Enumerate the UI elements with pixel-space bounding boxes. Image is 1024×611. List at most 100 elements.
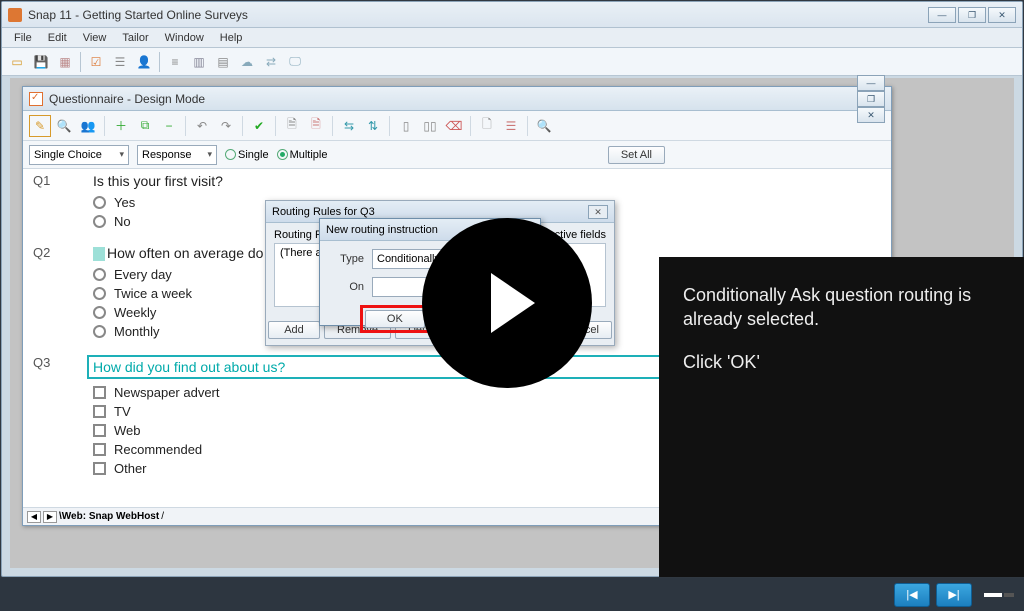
on-label: On — [330, 281, 364, 293]
separator-icon — [185, 116, 186, 136]
questionnaire-toolbar: ✎ 🔍 👥 ＋ ⧉ − ↶ ↷ ✔ 🗎 🗎 ⇆ ⇅ ▯ ▯▯ — [23, 111, 891, 141]
ok-highlight: OK — [360, 305, 430, 333]
check-icon[interactable]: ☑ — [85, 51, 107, 73]
next-step-button[interactable]: ▶| — [936, 583, 972, 607]
radio-icon — [93, 215, 106, 228]
separator-icon — [275, 116, 276, 136]
strike-icon[interactable]: ⌫ — [443, 115, 465, 137]
add-button[interactable]: Add — [268, 321, 320, 339]
swap-qa-icon[interactable]: ⇅ — [362, 115, 384, 137]
grid-icon[interactable]: ▦ — [54, 51, 76, 73]
menu-window[interactable]: Window — [157, 30, 212, 46]
main-toolbar: ▭ 💾 ▦ ☑ ☰ 👤 ≡ ▥ ▤ ☁ ⇄ 🖵 — [2, 48, 1022, 76]
single-radio[interactable]: Single — [225, 149, 269, 161]
response-select[interactable]: Response — [137, 145, 217, 165]
doc-swap-icon[interactable]: 🗎 — [305, 115, 327, 137]
comments-icon[interactable]: ☰ — [109, 51, 131, 73]
separator-icon — [332, 116, 333, 136]
radio-icon — [93, 287, 106, 300]
menu-file[interactable]: File — [6, 30, 40, 46]
video-control-bar: |◀ ▶| — [0, 578, 1024, 611]
check-green-icon[interactable]: ✔ — [248, 115, 270, 137]
questionnaire-options-bar: Single Choice Response Single Multiple S… — [23, 141, 891, 169]
find-icon[interactable]: 🔍 — [53, 115, 75, 137]
menu-edit[interactable]: Edit — [40, 30, 75, 46]
volume-indicator[interactable] — [984, 593, 1014, 597]
q-minimize-button[interactable]: — — [857, 75, 885, 91]
app-logo-icon — [8, 8, 22, 22]
minimize-button[interactable]: — — [928, 7, 956, 23]
swap-ab-icon[interactable]: ⇆ — [338, 115, 360, 137]
open-icon[interactable]: ▭ — [6, 51, 28, 73]
columns2-icon[interactable]: ▯▯ — [419, 115, 441, 137]
caption-line2: Click 'OK' — [683, 350, 1000, 374]
checkbox-icon — [93, 386, 106, 399]
separator-icon — [527, 116, 528, 136]
status-prev-button[interactable]: ◀ — [27, 511, 41, 523]
routing-close-button[interactable]: ✕ — [588, 205, 608, 219]
set-all-button[interactable]: Set All — [608, 146, 665, 164]
app-titlebar: Snap 11 - Getting Started Online Surveys… — [2, 2, 1022, 28]
option-label: No — [114, 214, 131, 229]
questionnaire-title: Questionnaire - Design Mode — [49, 92, 205, 106]
page-icon[interactable]: 🗋 — [476, 115, 498, 137]
ok-button[interactable]: OK — [365, 310, 425, 328]
status-next-button[interactable]: ▶ — [43, 511, 57, 523]
doc-icon[interactable]: 🗎 — [281, 115, 303, 137]
maximize-button[interactable]: ❐ — [958, 7, 986, 23]
close-button[interactable]: ✕ — [988, 7, 1016, 23]
users-icon[interactable]: 👥 — [77, 115, 99, 137]
volume-bar-icon — [1004, 593, 1014, 597]
list-icon[interactable]: ≡ — [164, 51, 186, 73]
caption-line1: Conditionally Ask question routing is al… — [683, 283, 1000, 332]
redo-icon[interactable]: ↷ — [215, 115, 237, 137]
save-icon[interactable]: 💾 — [30, 51, 52, 73]
plus-icon[interactable]: ＋ — [110, 115, 132, 137]
table-icon[interactable]: ▤ — [212, 51, 234, 73]
chart-icon[interactable]: ▥ — [188, 51, 210, 73]
option-label: Other — [114, 461, 147, 476]
volume-bar-icon — [984, 593, 1002, 597]
separator-icon — [80, 52, 81, 72]
separator-icon — [470, 116, 471, 136]
radio-icon — [93, 268, 106, 281]
monitor-icon[interactable]: 🖵 — [284, 51, 306, 73]
minus-icon[interactable]: − — [158, 115, 180, 137]
menu-help[interactable]: Help — [212, 30, 251, 46]
edit-icon[interactable]: ✎ — [29, 115, 51, 137]
separator-icon — [242, 116, 243, 136]
checkbox-icon — [93, 405, 106, 418]
question-number: Q3 — [33, 355, 93, 379]
anchor-icon — [93, 247, 105, 261]
cloud-icon[interactable]: ☁ — [236, 51, 258, 73]
video-play-button[interactable] — [422, 218, 592, 388]
menu-tailor[interactable]: Tailor — [114, 30, 156, 46]
option-label: Newspaper advert — [114, 385, 220, 400]
question-text: Is this your first visit? — [93, 173, 223, 189]
columns-icon[interactable]: ▯ — [395, 115, 417, 137]
app-title: Snap 11 - Getting Started Online Surveys — [28, 8, 248, 22]
response-type-select[interactable]: Single Choice — [29, 145, 129, 165]
q-close-button[interactable]: ✕ — [857, 107, 885, 123]
radio-icon — [93, 196, 106, 209]
questionnaire-titlebar: Questionnaire - Design Mode — ❐ ✕ — [23, 87, 891, 111]
option-label: Recommended — [114, 442, 202, 457]
list2-icon[interactable]: ☰ — [500, 115, 522, 137]
undo-icon[interactable]: ↶ — [191, 115, 213, 137]
question-text: How often on average do y — [93, 245, 274, 261]
multiple-radio[interactable]: Multiple — [277, 149, 328, 161]
type-label: Type — [330, 253, 364, 265]
user-icon[interactable]: 👤 — [133, 51, 155, 73]
play-icon — [491, 273, 535, 333]
radio-icon — [93, 325, 106, 338]
plus-rows-icon[interactable]: ⧉ — [134, 115, 156, 137]
arrows-icon[interactable]: ⇄ — [260, 51, 282, 73]
option-label: Twice a week — [114, 286, 192, 301]
option-label: TV — [114, 404, 131, 419]
prev-step-button[interactable]: |◀ — [894, 583, 930, 607]
option-label: Monthly — [114, 324, 160, 339]
magnify-icon[interactable]: 🔍 — [533, 115, 555, 137]
q-maximize-button[interactable]: ❐ — [857, 91, 885, 107]
menu-view[interactable]: View — [75, 30, 115, 46]
radio-icon — [93, 306, 106, 319]
